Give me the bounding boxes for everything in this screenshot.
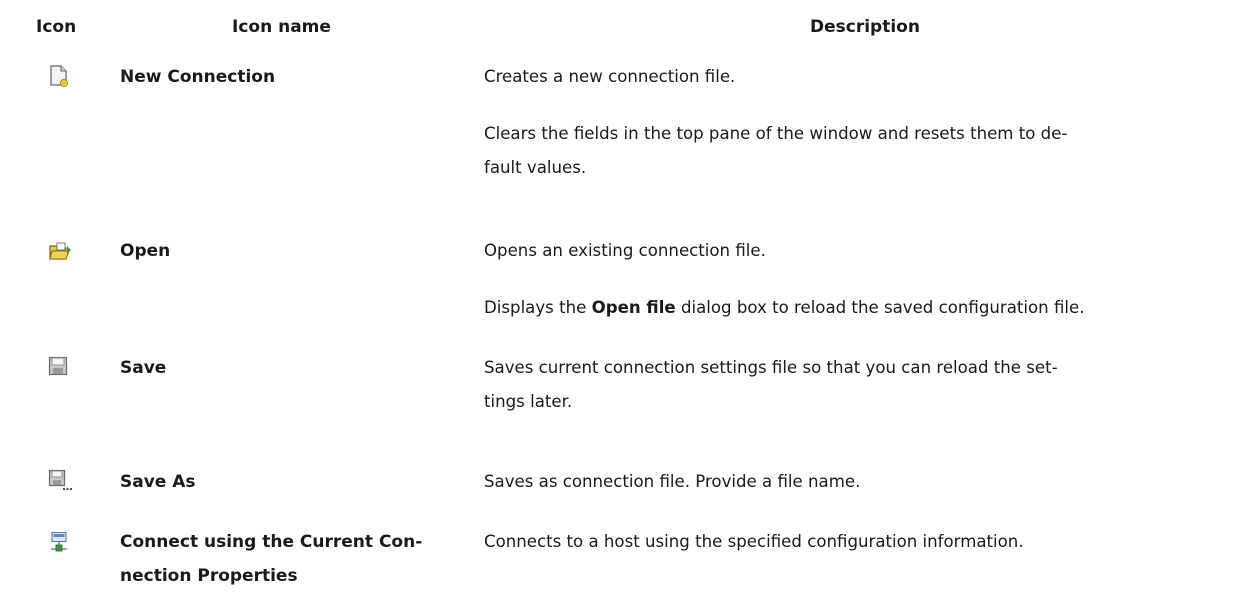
description-text: dialog box to reload the saved configura… <box>675 298 1085 317</box>
description-text: Displays the <box>484 298 592 317</box>
description-line: tings later. <box>484 392 573 411</box>
icon-name: Connect using the Current Con-nection Pr… <box>120 525 470 593</box>
header-icon: Icon <box>36 17 77 37</box>
header-description: Description <box>810 17 920 37</box>
description: Saves current connection settings file s… <box>484 351 1234 419</box>
open-file-term: Open file <box>591 298 676 317</box>
description: Connects to a host using the specified c… <box>484 525 1234 559</box>
description-line: Opens an existing connection file. <box>484 241 766 260</box>
connect-icon <box>48 531 74 557</box>
save-as-icon <box>48 469 74 495</box>
icon-name-line: Connect using the Current Con- <box>120 532 423 552</box>
description: Saves as connection file. Provide a file… <box>484 465 1234 499</box>
description-line: Clears the fields in the top pane of the… <box>484 124 1068 143</box>
description-line: Displays the Open file dialog box to rel… <box>484 291 1234 325</box>
icon-name: Open <box>120 241 171 261</box>
description: Opens an existing connection file. Displ… <box>484 234 1234 325</box>
description-line: Saves current connection settings file s… <box>484 358 1058 377</box>
save-icon <box>48 356 74 382</box>
description: Creates a new connection file. Clears th… <box>484 60 1234 185</box>
description-line: Creates a new connection file. <box>484 67 736 86</box>
description-line: Saves as connection file. Provide a file… <box>484 472 861 491</box>
description-line: Connects to a host using the specified c… <box>484 532 1024 551</box>
description-line: fault values. <box>484 158 587 177</box>
icon-name-line: nection Properties <box>120 566 298 586</box>
icon-name: New Connection <box>120 67 276 87</box>
icon-name: Save <box>120 358 167 378</box>
new-connection-icon <box>48 64 74 90</box>
icon-name: Save As <box>120 472 196 492</box>
open-folder-icon <box>48 240 74 266</box>
header-icon-name: Icon name <box>232 17 331 37</box>
